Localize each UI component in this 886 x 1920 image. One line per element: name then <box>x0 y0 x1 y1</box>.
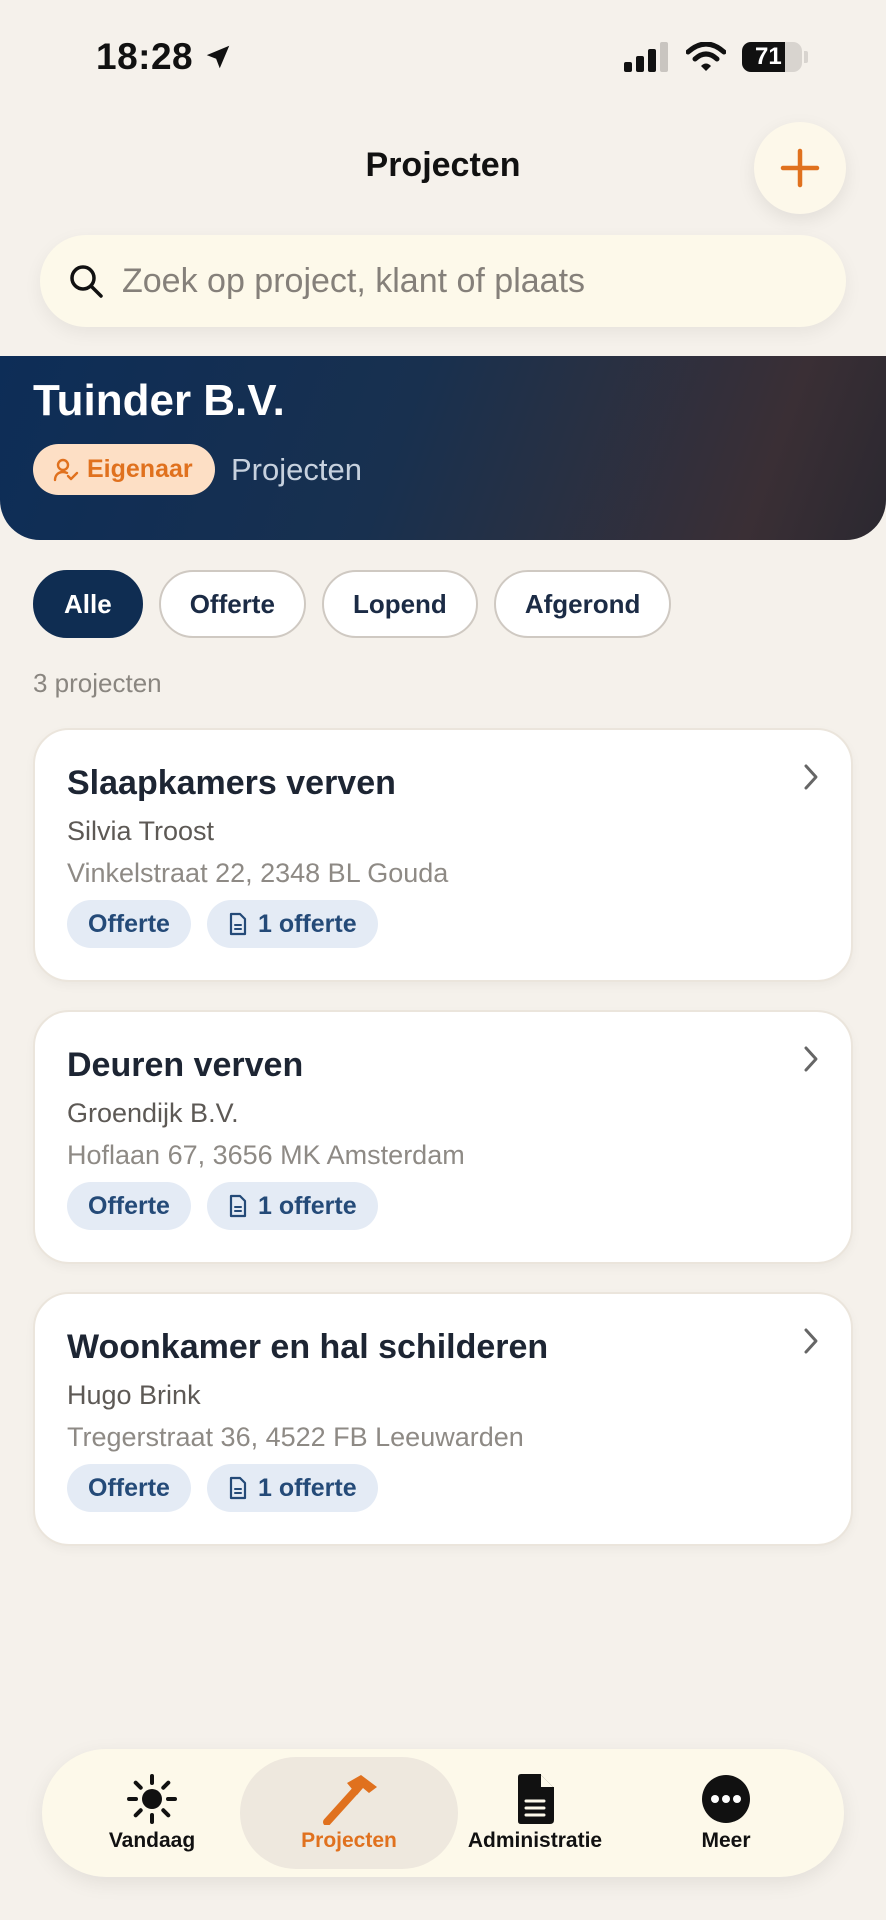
status-time: 18:28 <box>96 36 233 78</box>
status-badge: Offerte <box>67 1182 191 1230</box>
project-card[interactable]: Slaapkamers verven Silvia Troost Vinkels… <box>33 728 853 982</box>
cellular-signal-icon <box>624 42 668 72</box>
clock-text: 18:28 <box>96 36 194 77</box>
battery-cap <box>804 51 808 63</box>
battery-level: 71 <box>755 43 782 70</box>
user-check-icon <box>53 458 79 481</box>
status-badge: Offerte <box>67 900 191 948</box>
role-label: Eigenaar <box>87 455 193 483</box>
project-address: Tregerstraat 36, 4522 FB Leeuwarden <box>67 1422 524 1452</box>
company-banner: Tuinder B.V. Eigenaar Projecten <box>0 356 886 540</box>
company-name: Tuinder B.V. <box>33 376 285 425</box>
filter-all[interactable]: Alle <box>33 570 143 638</box>
project-title: Woonkamer en hal schilderen <box>67 1328 549 1366</box>
chevron-right-icon <box>804 764 818 790</box>
bottom-nav: Vandaag Projecten Administratie Meer <box>42 1749 844 1877</box>
nav-projecten[interactable]: Projecten <box>240 1757 458 1869</box>
nav-meer[interactable]: Meer <box>656 1757 796 1869</box>
plus-icon <box>780 148 820 188</box>
project-card[interactable]: Deuren verven Groendijk B.V. Hoflaan 67,… <box>33 1010 853 1264</box>
nav-label: Vandaag <box>108 1829 196 1852</box>
quotes-badge: 1 offerte <box>206 900 378 948</box>
project-client: Groendijk B.V. <box>67 1098 239 1128</box>
project-address: Hoflaan 67, 3656 MK Amsterdam <box>67 1140 465 1170</box>
quotes-count: 1 offerte <box>257 909 357 938</box>
projects-screen: 18:28 71 Projecten Zoek op project, klan… <box>0 0 886 1920</box>
project-card[interactable]: Woonkamer en hal schilderen Hugo Brink T… <box>33 1292 853 1546</box>
project-client: Silvia Troost <box>67 816 215 846</box>
project-title: Slaapkamers verven <box>67 764 396 802</box>
search-icon <box>70 265 103 298</box>
filter-chips: Alle Offerte Lopend Afgerond <box>33 570 672 638</box>
document-icon <box>229 1194 247 1218</box>
project-badges: Offerte 1 offerte <box>67 1464 378 1512</box>
status-badge: Offerte <box>67 1464 191 1512</box>
chevron-right-icon <box>804 1046 818 1072</box>
quotes-badge: 1 offerte <box>206 1182 378 1230</box>
filter-lopend[interactable]: Lopend <box>321 570 478 638</box>
quotes-badge: 1 offerte <box>206 1464 378 1512</box>
document-icon <box>229 912 247 936</box>
location-arrow-icon <box>206 45 230 69</box>
hammer-icon <box>323 1775 377 1825</box>
nav-administratie[interactable]: Administratie <box>460 1757 610 1869</box>
search-input[interactable] <box>122 261 822 301</box>
quotes-count: 1 offerte <box>257 1191 357 1220</box>
nav-label: Administratie <box>467 1829 603 1852</box>
nav-label: Meer <box>701 1829 751 1852</box>
project-badges: Offerte 1 offerte <box>67 1182 378 1230</box>
project-client: Hugo Brink <box>67 1380 201 1410</box>
document-icon <box>518 1774 554 1824</box>
project-list: Slaapkamers verven Silvia Troost Vinkels… <box>33 728 853 1574</box>
search-bar[interactable] <box>40 235 846 327</box>
project-count: 3 projecten <box>33 668 162 698</box>
banner-section-label: Projecten <box>231 452 362 487</box>
quotes-count: 1 offerte <box>257 1473 357 1502</box>
battery-indicator: 71 <box>742 42 802 72</box>
project-badges: Offerte 1 offerte <box>67 900 378 948</box>
status-icons: 71 <box>624 42 808 72</box>
filter-afgerond[interactable]: Afgerond <box>493 570 672 638</box>
filter-offerte[interactable]: Offerte <box>158 570 306 638</box>
role-badge: Eigenaar <box>33 444 215 495</box>
project-address: Vinkelstraat 22, 2348 BL Gouda <box>67 858 449 888</box>
add-project-button[interactable] <box>754 122 846 214</box>
sun-icon <box>127 1774 177 1824</box>
wifi-icon <box>686 42 726 71</box>
nav-vandaag[interactable]: Vandaag <box>82 1757 222 1869</box>
chevron-right-icon <box>804 1328 818 1354</box>
nav-label: Projecten <box>301 1829 397 1852</box>
more-icon <box>702 1775 750 1823</box>
project-title: Deuren verven <box>67 1046 304 1084</box>
document-icon <box>229 1476 247 1500</box>
